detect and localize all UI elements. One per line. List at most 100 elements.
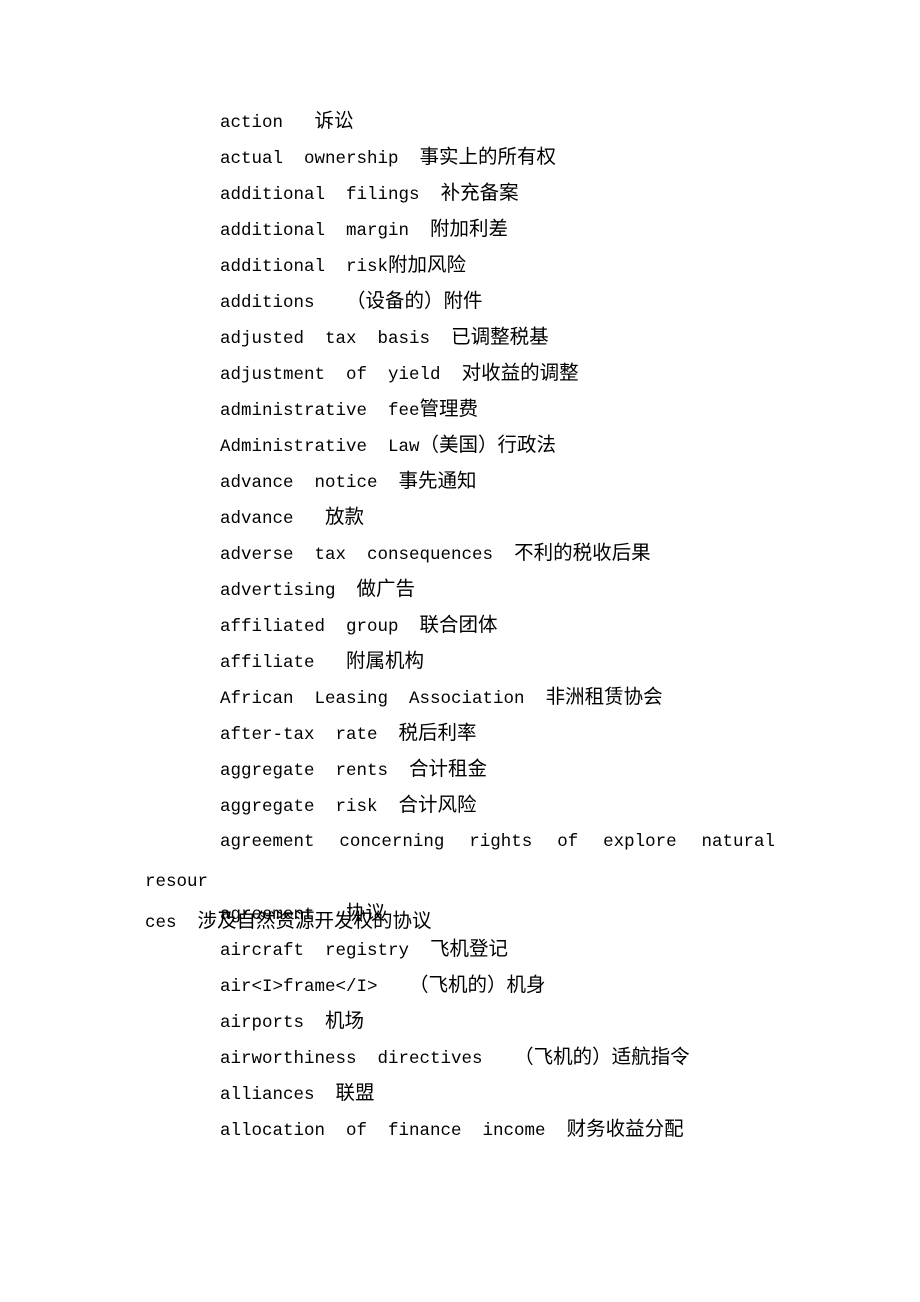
glossary-entry: airworthiness directives （飞机的）适航指令 (145, 1040, 775, 1076)
chinese-gloss: 联合团体 (419, 615, 498, 636)
english-term: alliances (220, 1085, 315, 1105)
english-term: after-tax rate (220, 725, 378, 745)
document-page: action 诉讼 actual ownership 事实上的所有权 addit… (0, 0, 920, 1302)
chinese-gloss: 附属机构 (346, 651, 425, 672)
english-term: adjusted tax basis (220, 329, 431, 349)
term-gap (378, 797, 399, 817)
glossary-entry: advertising 做广告 (145, 572, 775, 608)
chinese-gloss: （飞机的）机身 (409, 975, 546, 996)
english-term: adjustment of yield (220, 365, 441, 385)
term-gap (546, 1121, 567, 1141)
chinese-gloss: 非洲租赁协会 (545, 687, 663, 708)
glossary-entry-list: action 诉讼 actual ownership 事实上的所有权 addit… (145, 104, 775, 1148)
term-gap (283, 113, 315, 133)
english-term: aircraft registry (220, 941, 410, 961)
glossary-entry: alliances 联盟 (145, 1076, 775, 1112)
chinese-gloss: 已调整税基 (451, 327, 549, 348)
english-term: aggregate rents (220, 761, 389, 781)
term-gap (304, 1013, 325, 1033)
english-term: actual ownership (220, 149, 399, 169)
term-gap (420, 185, 441, 205)
term-gap (294, 509, 326, 529)
term-gap (378, 473, 399, 493)
english-term: additional filings (220, 185, 420, 205)
glossary-entry: actual ownership 事实上的所有权 (145, 140, 775, 176)
glossary-entry: airports 机场 (145, 1004, 775, 1040)
term-gap (315, 1085, 336, 1105)
english-term: administrative fee (220, 401, 420, 421)
glossary-entry: affiliated group 联合团体 (145, 608, 775, 644)
chinese-gloss: 联盟 (335, 1083, 375, 1104)
term-gap (336, 581, 357, 601)
chinese-gloss: 事先通知 (398, 471, 477, 492)
chinese-gloss: 事实上的所有权 (419, 147, 557, 168)
glossary-entry: aggregate rents 合计租金 (145, 752, 775, 788)
english-term: advance (220, 509, 294, 529)
chinese-gloss: 协议 (346, 903, 386, 924)
english-term: airworthiness directives (220, 1049, 483, 1069)
term-gap (493, 545, 514, 565)
term-gap (525, 689, 546, 709)
chinese-gloss: 附加利差 (430, 219, 509, 240)
english-term: air<I>frame</I> (220, 977, 378, 997)
glossary-entry: after-tax rate 税后利率 (145, 716, 775, 752)
chinese-gloss: 补充备案 (440, 183, 519, 204)
glossary-entry: air<I>frame</I> （飞机的）机身 (145, 968, 775, 1004)
english-term: additional margin (220, 221, 410, 241)
term-gap (441, 365, 462, 385)
chinese-gloss: 附加风险 (388, 255, 467, 276)
term-gap (378, 977, 410, 997)
term-gap (315, 905, 347, 925)
chinese-gloss: （飞机的）适航指令 (514, 1047, 690, 1068)
english-term-line2: ces (145, 913, 177, 933)
glossary-entry: additional margin 附加利差 (145, 212, 775, 248)
term-gap (388, 761, 409, 781)
english-term: advance notice (220, 473, 378, 493)
english-term: airports (220, 1013, 305, 1033)
chinese-gloss: 飞机登记 (430, 939, 509, 960)
english-term: agreement (220, 905, 315, 925)
english-term: advertising (220, 581, 336, 601)
english-term: Administrative Law (220, 437, 420, 457)
term-gap (409, 221, 430, 241)
chinese-gloss: 机场 (325, 1011, 365, 1032)
chinese-gloss: 管理费 (419, 399, 479, 420)
english-term: affiliate (220, 653, 315, 673)
term-gap (315, 293, 347, 313)
glossary-entry: additional risk附加风险 (145, 248, 775, 284)
term-gap (409, 941, 430, 961)
term-gap (483, 1049, 515, 1069)
glossary-entry: action 诉讼 (145, 104, 775, 140)
glossary-entry: additional filings 补充备案 (145, 176, 775, 212)
english-term: adverse tax consequences (220, 545, 494, 565)
glossary-entry: additions （设备的）附件 (145, 284, 775, 320)
glossary-entry: aggregate risk 合计风险 (145, 788, 775, 824)
glossary-entry: African Leasing Association 非洲租赁协会 (145, 680, 775, 716)
glossary-entry: advance notice 事先通知 (145, 464, 775, 500)
chinese-gloss: （美国）行政法 (419, 435, 557, 456)
term-gap (177, 913, 198, 933)
glossary-entry: Administrative Law（美国）行政法 (145, 428, 775, 464)
term-gap (430, 329, 451, 349)
chinese-gloss: 放款 (325, 507, 365, 528)
english-term-line1: agreement concerning rights of explore n… (145, 832, 775, 892)
term-gap (315, 653, 347, 673)
chinese-gloss: 合计风险 (398, 795, 477, 816)
english-term: allocation of finance income (220, 1121, 546, 1141)
glossary-entry-wrapped: agreement concerning rights of explore n… (145, 824, 775, 933)
glossary-entry: adverse tax consequences 不利的税收后果 (145, 536, 775, 572)
chinese-gloss: （设备的）附件 (346, 291, 483, 312)
chinese-gloss: 税后利率 (398, 723, 477, 744)
chinese-gloss: 财务收益分配 (566, 1119, 684, 1140)
chinese-gloss: 合计租金 (409, 759, 488, 780)
term-gap (399, 617, 420, 637)
glossary-entry: adjustment of yield 对收益的调整 (145, 356, 775, 392)
glossary-entry: allocation of finance income 财务收益分配 (145, 1112, 775, 1148)
chinese-gloss: 对收益的调整 (461, 363, 579, 384)
english-term: affiliated group (220, 617, 399, 637)
chinese-gloss: 诉讼 (314, 111, 354, 132)
english-term: aggregate risk (220, 797, 378, 817)
glossary-entry: agreement 协议 (145, 896, 775, 932)
chinese-gloss: 做广告 (356, 579, 416, 600)
glossary-entry: advance 放款 (145, 500, 775, 536)
